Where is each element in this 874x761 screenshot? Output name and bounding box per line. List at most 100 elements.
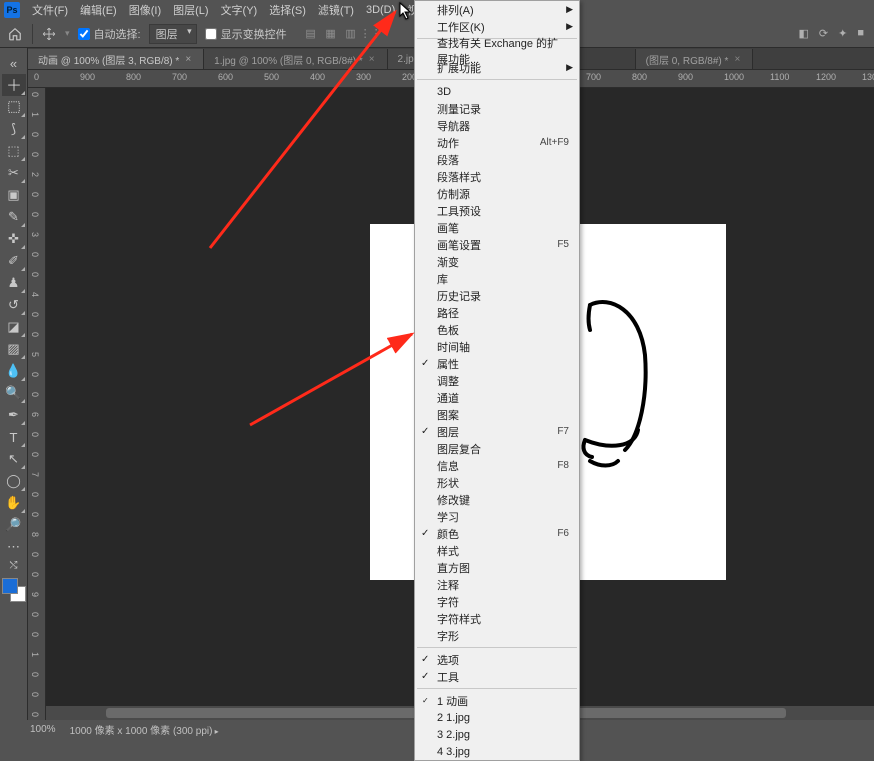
close-icon[interactable]: ×	[369, 54, 375, 65]
mode-icon-2[interactable]: ⟳	[819, 27, 828, 40]
menu-item-渐变[interactable]: 渐变	[415, 253, 579, 270]
menu-item-信息[interactable]: 信息F8	[415, 457, 579, 474]
wand-tool[interactable]: ⬚	[2, 140, 26, 162]
eraser-tool[interactable]: ◪	[2, 316, 26, 338]
menu-item-画笔设置[interactable]: 画笔设置F5	[415, 236, 579, 253]
pen-tool[interactable]: ✒	[2, 404, 26, 426]
document-tab[interactable]: 1.jpg @ 100% (图层 0, RGB/8#) * ×	[204, 49, 387, 69]
path-select-tool[interactable]: ↖	[2, 448, 26, 470]
menu-item-工作区K[interactable]: 工作区(K)▶	[415, 18, 579, 35]
collapse-icon[interactable]: «	[2, 52, 26, 74]
gradient-tool[interactable]: ▨	[2, 338, 26, 360]
lasso-tool[interactable]: ⟆	[2, 118, 26, 140]
home-icon[interactable]	[6, 26, 24, 42]
menu-item-扩展功能[interactable]: 扩展功能▶	[415, 59, 579, 76]
crop-tool[interactable]: ✂	[2, 162, 26, 184]
mode-icon-1[interactable]: ◧	[799, 27, 809, 40]
auto-select-input[interactable]	[78, 28, 90, 40]
menu-item-工具预设[interactable]: 工具预设	[415, 202, 579, 219]
menu-item-历史记录[interactable]: 历史记录	[415, 287, 579, 304]
menu-item-通道[interactable]: 通道	[415, 389, 579, 406]
menu-3d[interactable]: 3D(D)	[360, 2, 401, 18]
menu-item-属性[interactable]: 属性✓	[415, 355, 579, 372]
menu-item-直方图[interactable]: 直方图	[415, 559, 579, 576]
move-tool[interactable]	[2, 74, 26, 96]
document-tab[interactable]: (图层 0, RGB/8#) * ×	[635, 49, 754, 69]
menu-item-调整[interactable]: 调整	[415, 372, 579, 389]
auto-select-target-dropdown[interactable]: 图层	[149, 24, 197, 44]
stamp-tool[interactable]: ♟	[2, 272, 26, 294]
menu-item-仿制源[interactable]: 仿制源	[415, 185, 579, 202]
menu-item-图层[interactable]: 图层F7✓	[415, 423, 579, 440]
menu-item-图层复合[interactable]: 图层复合	[415, 440, 579, 457]
close-icon[interactable]: ×	[185, 54, 191, 65]
menu-item-导航器[interactable]: 导航器	[415, 117, 579, 134]
menu-item-路径[interactable]: 路径	[415, 304, 579, 321]
align-right-icon[interactable]: ▥	[343, 26, 359, 42]
menu-item-工具[interactable]: 工具✓	[415, 668, 579, 685]
brush-tool[interactable]: ✐	[2, 250, 26, 272]
distribute-icon[interactable]: ⋮⋮	[363, 26, 379, 42]
show-transform-checkbox[interactable]: 显示变换控件	[205, 26, 287, 42]
menu-image[interactable]: 图像(I)	[123, 0, 167, 20]
menu-item-字符样式[interactable]: 字符样式	[415, 610, 579, 627]
menu-item-21jpg[interactable]: 2 1.jpg	[415, 709, 579, 726]
swap-colors-icon[interactable]: ⤭	[2, 558, 26, 572]
menu-item-查找有关Exchange的扩展功能[interactable]: 查找有关 Exchange 的扩展功能...	[415, 42, 579, 59]
dodge-tool[interactable]: 🔍	[2, 382, 26, 404]
menu-item-形状[interactable]: 形状	[415, 474, 579, 491]
frame-tool[interactable]: ▣	[2, 184, 26, 206]
menu-filter[interactable]: 滤镜(T)	[312, 0, 360, 20]
align-center-icon[interactable]: ▦	[323, 26, 339, 42]
close-icon[interactable]: ×	[734, 54, 740, 65]
menu-item-图案[interactable]: 图案	[415, 406, 579, 423]
auto-select-checkbox[interactable]: 自动选择:	[78, 26, 141, 42]
zoom-level[interactable]: 100%	[30, 724, 56, 735]
dropdown-arrow-icon[interactable]: ▾	[65, 28, 70, 39]
eyedropper-tool[interactable]: ✎	[2, 206, 26, 228]
menu-item-排列A[interactable]: 排列(A)▶	[415, 1, 579, 18]
menu-item-选项[interactable]: 选项✓	[415, 651, 579, 668]
menu-item-注释[interactable]: 注释	[415, 576, 579, 593]
menu-item-3D[interactable]: 3D	[415, 83, 579, 100]
color-swatches[interactable]	[2, 578, 26, 602]
menu-edit[interactable]: 编辑(E)	[74, 0, 123, 20]
marquee-tool[interactable]	[2, 96, 26, 118]
mode-icon-4[interactable]: ■	[857, 27, 864, 40]
menu-item-修改键[interactable]: 修改键	[415, 491, 579, 508]
mode-icon-3[interactable]: ✦	[838, 27, 847, 40]
document-tab[interactable]: 动画 @ 100% (图层 3, RGB/8) * ×	[28, 49, 204, 69]
menu-file[interactable]: 文件(F)	[26, 0, 74, 20]
menu-item-段落样式[interactable]: 段落样式	[415, 168, 579, 185]
document-info[interactable]: 1000 像素 x 1000 像素 (300 ppi)	[70, 722, 219, 737]
history-brush-tool[interactable]: ↺	[2, 294, 26, 316]
menu-item-画笔[interactable]: 画笔	[415, 219, 579, 236]
menu-item-色板[interactable]: 色板	[415, 321, 579, 338]
hand-tool[interactable]: ✋	[2, 492, 26, 514]
shape-tool[interactable]: ◯	[2, 470, 26, 492]
menu-item-时间轴[interactable]: 时间轴	[415, 338, 579, 355]
menu-item-段落[interactable]: 段落	[415, 151, 579, 168]
menu-item-学习[interactable]: 学习	[415, 508, 579, 525]
menu-item-动作[interactable]: 动作Alt+F9	[415, 134, 579, 151]
menu-item-颜色[interactable]: 颜色F6✓	[415, 525, 579, 542]
menu-item-1动画[interactable]: 1 动画✓	[415, 692, 579, 709]
blur-tool[interactable]: 💧	[2, 360, 26, 382]
show-transform-input[interactable]	[205, 28, 217, 40]
zoom-tool[interactable]: 🔎	[2, 514, 26, 536]
menu-item-32jpg[interactable]: 3 2.jpg	[415, 726, 579, 743]
menu-layer[interactable]: 图层(L)	[167, 0, 214, 20]
edit-toolbar-icon[interactable]: ⋯	[2, 536, 26, 558]
menu-item-字形[interactable]: 字形	[415, 627, 579, 644]
menu-type[interactable]: 文字(Y)	[215, 0, 264, 20]
menu-select[interactable]: 选择(S)	[263, 0, 312, 20]
menu-item-样式[interactable]: 样式	[415, 542, 579, 559]
align-left-icon[interactable]: ▤	[303, 26, 319, 42]
foreground-color-swatch[interactable]	[2, 578, 18, 594]
menu-item-43jpg[interactable]: 4 3.jpg	[415, 743, 579, 760]
menu-item-字符[interactable]: 字符	[415, 593, 579, 610]
menu-item-库[interactable]: 库	[415, 270, 579, 287]
vertical-ruler[interactable]: 01002003004005006007008009001000	[28, 88, 46, 720]
menu-item-测量记录[interactable]: 测量记录	[415, 100, 579, 117]
type-tool[interactable]: T	[2, 426, 26, 448]
